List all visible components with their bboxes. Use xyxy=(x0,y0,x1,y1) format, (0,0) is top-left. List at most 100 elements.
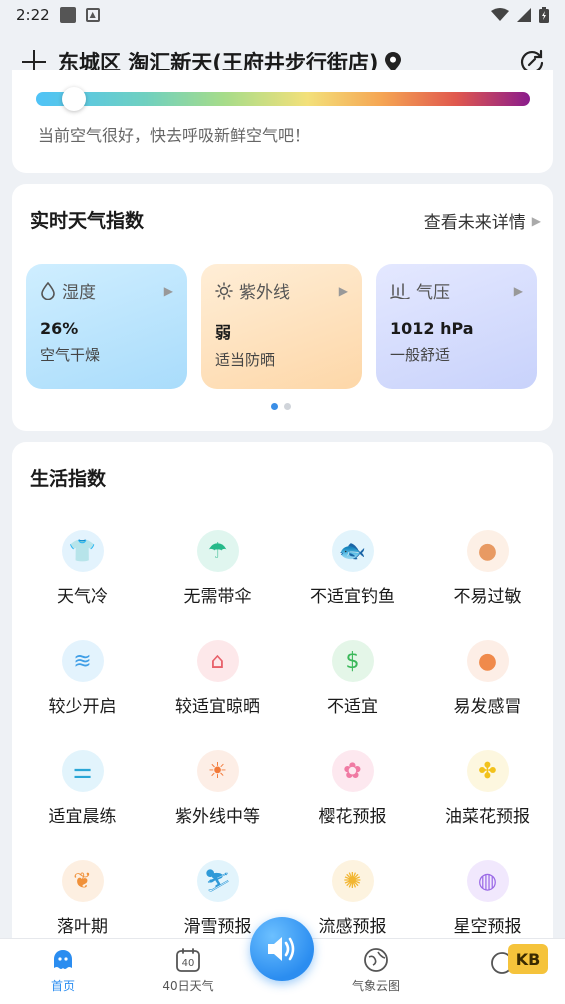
nav-40day[interactable]: 40 40日天气 xyxy=(143,947,233,994)
fish-icon: 🐟 xyxy=(331,530,374,572)
air-quality-card: 当前空气很好，快去呼吸新鲜空气吧！ xyxy=(12,70,553,173)
kb-badge[interactable]: KB xyxy=(508,944,548,974)
life-index-card: 生活指数 👕 天气冷 ☂ 无需带伞 🐟 不适宜钓鱼 ● 不易过敏 ≋ 较少开启 ⌂ 较适宜晾晒 $ 不适宜… xyxy=(12,442,553,962)
air-conditioner-icon: ≋ xyxy=(61,640,104,682)
life-index-item[interactable]: ❦ 落叶期 xyxy=(15,860,150,950)
life-index-label: 流感预报 xyxy=(318,917,387,937)
uv-desc: 适当防晒 xyxy=(215,351,276,369)
life-index-item[interactable]: ◍ 星空预报 xyxy=(420,860,555,950)
chevron-right-icon: ▶ xyxy=(338,283,348,298)
life-index-label: 易发感冒 xyxy=(453,697,522,717)
umbrella-icon: ☂ xyxy=(196,530,239,572)
notification-icon xyxy=(59,7,76,23)
aqi-gradient-bar xyxy=(36,92,530,106)
humidity-desc: 空气干燥 xyxy=(40,346,101,364)
virus-icon: ✺ xyxy=(331,860,374,902)
chevron-right-icon: ▶ xyxy=(163,283,173,298)
life-index-item[interactable]: ≋ 较少开启 xyxy=(15,640,150,730)
life-index-label: 樱花预报 xyxy=(318,807,387,827)
life-index-item[interactable]: 🐟 不适宜钓鱼 xyxy=(285,530,420,620)
dumbbell-icon: ⚌ xyxy=(61,750,104,792)
calendar-badge: 40 xyxy=(182,958,195,969)
carousel-dot[interactable] xyxy=(284,403,291,410)
life-index-item[interactable]: ● 不易过敏 xyxy=(420,530,555,620)
bottom-nav: 首页 40 40日天气 气象云图 xyxy=(0,917,565,1004)
life-index-label: 油菜花预报 xyxy=(445,807,530,827)
carousel-dot[interactable] xyxy=(271,403,278,410)
cloud-map-icon xyxy=(364,948,388,972)
chevron-right-icon: ▶ xyxy=(531,213,541,228)
pressure-icon xyxy=(390,282,410,299)
pressure-label: 气压 xyxy=(416,283,450,303)
life-index-item[interactable]: ☀ 紫外线中等 xyxy=(150,750,285,840)
life-index-item[interactable]: ⚌ 适宜晨练 xyxy=(15,750,150,840)
maple-leaf-icon: ❦ xyxy=(61,860,104,902)
life-index-label: 滑雪预报 xyxy=(183,917,252,937)
weather-index-card: 实时天气指数 查看未来详情 ▶ 湿度 ▶ 26% 空气干燥 紫外线 ▶ 弱 适当… xyxy=(12,184,553,431)
planet-icon: ◍ xyxy=(466,860,509,902)
pressure-desc: 一般舒适 xyxy=(390,346,451,364)
nav-home-label: 首页 xyxy=(50,979,75,993)
life-index-label: 不适宜钓鱼 xyxy=(310,587,395,607)
pressure-card[interactable]: 气压 ▶ 1012 hPa 一般舒适 xyxy=(376,264,537,389)
coat-icon: 👕 xyxy=(61,530,104,572)
nav-cloud-map[interactable]: 气象云图 xyxy=(331,947,421,994)
wifi-icon xyxy=(491,8,509,21)
humidity-value: 26% xyxy=(40,319,79,338)
battery-icon xyxy=(539,7,549,23)
aqi-indicator xyxy=(61,87,86,111)
life-index-label: 不适宜 xyxy=(327,697,378,717)
pill-icon: ● xyxy=(466,640,509,682)
sakura-icon: ✿ xyxy=(331,750,374,792)
life-index-label: 落叶期 xyxy=(57,917,108,937)
rapeseed-flower-icon: ✤ xyxy=(466,750,509,792)
life-index-label: 天气冷 xyxy=(57,587,108,607)
life-index-item[interactable]: ✤ 油菜花预报 xyxy=(420,750,555,840)
money-icon: $ xyxy=(331,640,374,682)
humidity-card[interactable]: 湿度 ▶ 26% 空气干燥 xyxy=(26,264,187,389)
life-index-label: 较适宜晾晒 xyxy=(175,697,260,717)
aqi-message: 当前空气很好，快去呼吸新鲜空气吧！ xyxy=(38,126,311,145)
life-index-item[interactable]: ✿ 樱花预报 xyxy=(285,750,420,840)
nav-home[interactable]: 首页 xyxy=(18,947,108,994)
future-details-label: 查看未来详情 xyxy=(423,213,526,233)
chevron-right-icon: ▶ xyxy=(513,283,523,298)
life-index-item[interactable]: ☂ 无需带伞 xyxy=(150,530,285,620)
nav-cloud-map-label: 气象云图 xyxy=(351,979,400,993)
life-index-item[interactable]: ⌂ 较适宜晾晒 xyxy=(150,640,285,730)
calendar-40-icon: 40 xyxy=(176,948,200,972)
sun-icon xyxy=(215,281,233,300)
skier-icon: ⛷ xyxy=(196,860,239,902)
life-index-label: 紫外线中等 xyxy=(175,807,260,827)
life-index-label: 较少开启 xyxy=(48,697,117,717)
signal-icon xyxy=(517,8,531,22)
future-details-link[interactable]: 查看未来详情 ▶ xyxy=(424,208,541,233)
app-notification-icon: ▲ xyxy=(85,8,100,22)
sun-icon: ☀ xyxy=(196,750,239,792)
speaker-icon xyxy=(268,937,295,961)
home-icon xyxy=(54,950,72,969)
droplet-icon xyxy=(41,281,55,300)
nav-40day-label: 40日天气 xyxy=(162,979,214,993)
life-index-title: 生活指数 xyxy=(30,468,107,490)
life-index-item[interactable]: $ 不适宜 xyxy=(285,640,420,730)
pressure-value: 1012 hPa xyxy=(390,319,474,338)
life-index-label: 无需带伞 xyxy=(183,587,252,607)
life-index-label: 适宜晨练 xyxy=(48,807,117,827)
uv-label: 紫外线 xyxy=(239,283,290,303)
uv-value: 弱 xyxy=(215,323,232,342)
voice-broadcast-button[interactable] xyxy=(250,917,314,981)
life-index-label: 不易过敏 xyxy=(453,587,522,607)
weather-index-title: 实时天气指数 xyxy=(30,210,145,232)
status-bar: 2:22 ▲ xyxy=(0,0,565,30)
life-index-label: 星空预报 xyxy=(453,917,522,937)
life-index-item[interactable]: 👕 天气冷 xyxy=(15,530,150,620)
life-index-item[interactable]: ● 易发感冒 xyxy=(420,640,555,730)
uv-card[interactable]: 紫外线 ▶ 弱 适当防晒 xyxy=(201,264,362,389)
status-time: 2:22 xyxy=(16,6,50,24)
carousel-dots xyxy=(271,403,291,410)
humidity-label: 湿度 xyxy=(62,283,96,303)
location-pin-icon xyxy=(384,52,401,72)
cookie-icon: ● xyxy=(466,530,509,572)
drying-rack-icon: ⌂ xyxy=(196,640,239,682)
